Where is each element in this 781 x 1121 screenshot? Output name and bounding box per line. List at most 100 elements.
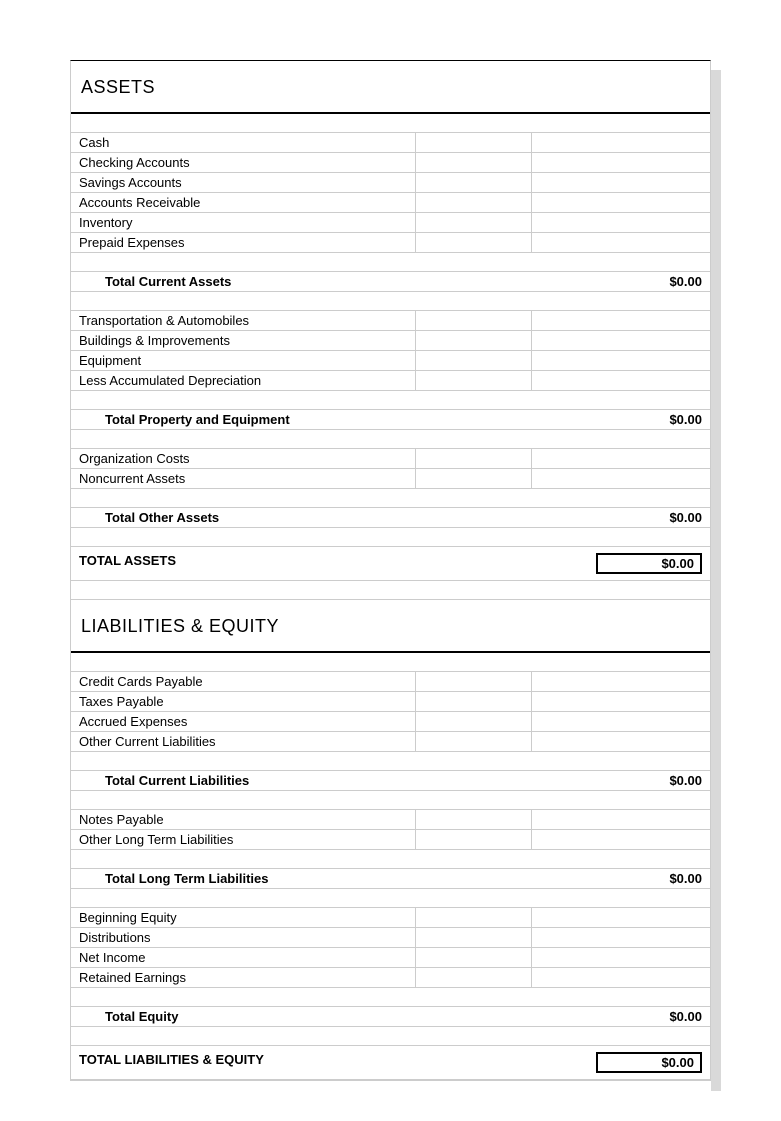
subtotal-row: Total Long Term Liabilities$0.00 bbox=[71, 869, 710, 889]
item-label: Checking Accounts bbox=[71, 153, 416, 172]
item-value-col1 bbox=[416, 153, 532, 172]
subtotal-row: Total Current Liabilities$0.00 bbox=[71, 771, 710, 791]
item-value-col2 bbox=[532, 449, 710, 468]
spacer bbox=[71, 850, 710, 869]
subtotal-row: Total Equity$0.00 bbox=[71, 1007, 710, 1027]
item-label: Beginning Equity bbox=[71, 908, 416, 927]
item-label: Noncurrent Assets bbox=[71, 469, 416, 488]
total-liabilities-row: TOTAL LIABILITIES & EQUITY $0.00 bbox=[71, 1046, 710, 1080]
spacer bbox=[71, 889, 710, 908]
line-item: Distributions bbox=[71, 928, 710, 948]
item-value-col1 bbox=[416, 193, 532, 212]
total-assets-value: $0.00 bbox=[596, 553, 702, 574]
subtotal-row: Total Other Assets$0.00 bbox=[71, 508, 710, 528]
item-label: Accrued Expenses bbox=[71, 712, 416, 731]
item-value-col1 bbox=[416, 371, 532, 390]
item-label: Net Income bbox=[71, 948, 416, 967]
subtotal-value: $0.00 bbox=[556, 272, 710, 291]
spacer bbox=[71, 391, 710, 410]
item-value-col1 bbox=[416, 948, 532, 967]
line-item: Noncurrent Assets bbox=[71, 469, 710, 489]
item-value-col2 bbox=[532, 193, 710, 212]
subtotal-label: Total Current Liabilities bbox=[71, 771, 556, 790]
item-label: Inventory bbox=[71, 213, 416, 232]
item-value-col2 bbox=[532, 173, 710, 192]
item-value-col2 bbox=[532, 712, 710, 731]
total-assets-mid bbox=[415, 551, 530, 576]
item-label: Retained Earnings bbox=[71, 968, 416, 987]
subtotal-value: $0.00 bbox=[556, 771, 710, 790]
line-item: Retained Earnings bbox=[71, 968, 710, 988]
spacer bbox=[71, 752, 710, 771]
spacer bbox=[71, 528, 710, 547]
sheet: ASSETS Cash Checking Accounts Savings Ac… bbox=[70, 60, 711, 1081]
item-value-col1 bbox=[416, 672, 532, 691]
item-value-col2 bbox=[532, 672, 710, 691]
item-label: Prepaid Expenses bbox=[71, 233, 416, 252]
subtotal-value: $0.00 bbox=[556, 869, 710, 888]
item-label: Other Current Liabilities bbox=[71, 732, 416, 751]
spacer bbox=[71, 1027, 710, 1046]
item-value-col1 bbox=[416, 928, 532, 947]
item-value-col1 bbox=[416, 469, 532, 488]
item-value-col1 bbox=[416, 732, 532, 751]
line-item: Organization Costs bbox=[71, 449, 710, 469]
line-item: Cash bbox=[71, 133, 710, 153]
item-value-col2 bbox=[532, 948, 710, 967]
subtotal-value: $0.00 bbox=[556, 1007, 710, 1026]
line-item: Other Current Liabilities bbox=[71, 732, 710, 752]
balance-sheet-page: ASSETS Cash Checking Accounts Savings Ac… bbox=[70, 60, 711, 1081]
line-item: Taxes Payable bbox=[71, 692, 710, 712]
item-value-col2 bbox=[532, 692, 710, 711]
item-value-col1 bbox=[416, 311, 532, 330]
subtotal-row: Total Current Assets$0.00 bbox=[71, 272, 710, 292]
line-item: Net Income bbox=[71, 948, 710, 968]
line-item: Less Accumulated Depreciation bbox=[71, 371, 710, 391]
item-value-col1 bbox=[416, 133, 532, 152]
liabilities-title: LIABILITIES & EQUITY bbox=[71, 600, 710, 653]
item-value-col2 bbox=[532, 371, 710, 390]
item-value-col1 bbox=[416, 331, 532, 350]
line-item: Accounts Receivable bbox=[71, 193, 710, 213]
spacer bbox=[71, 791, 710, 810]
item-label: Other Long Term Liabilities bbox=[71, 830, 416, 849]
spacer bbox=[71, 114, 710, 133]
subtotal-label: Total Equity bbox=[71, 1007, 556, 1026]
line-item: Credit Cards Payable bbox=[71, 672, 710, 692]
item-value-col1 bbox=[416, 351, 532, 370]
total-liabilities-label: TOTAL LIABILITIES & EQUITY bbox=[71, 1050, 415, 1075]
subtotal-value: $0.00 bbox=[556, 508, 710, 527]
item-value-col2 bbox=[532, 331, 710, 350]
spacer bbox=[71, 292, 710, 311]
line-item: Other Long Term Liabilities bbox=[71, 830, 710, 850]
item-label: Credit Cards Payable bbox=[71, 672, 416, 691]
item-value-col2 bbox=[532, 732, 710, 751]
line-item: Inventory bbox=[71, 213, 710, 233]
subtotal-label: Total Long Term Liabilities bbox=[71, 869, 556, 888]
item-value-col2 bbox=[532, 233, 710, 252]
item-label: Equipment bbox=[71, 351, 416, 370]
item-label: Accounts Receivable bbox=[71, 193, 416, 212]
item-value-col1 bbox=[416, 830, 532, 849]
item-value-col1 bbox=[416, 692, 532, 711]
line-item: Buildings & Improvements bbox=[71, 331, 710, 351]
item-value-col2 bbox=[532, 968, 710, 987]
spacer bbox=[71, 489, 710, 508]
line-item: Checking Accounts bbox=[71, 153, 710, 173]
item-label: Cash bbox=[71, 133, 416, 152]
item-value-col2 bbox=[532, 469, 710, 488]
total-liabilities-right: $0.00 bbox=[530, 1050, 710, 1075]
item-label: Less Accumulated Depreciation bbox=[71, 371, 416, 390]
subtotal-label: Total Other Assets bbox=[71, 508, 556, 527]
subtotal-row: Total Property and Equipment$0.00 bbox=[71, 410, 710, 430]
spacer bbox=[71, 430, 710, 449]
total-assets-row: TOTAL ASSETS $0.00 bbox=[71, 547, 710, 581]
item-value-col2 bbox=[532, 153, 710, 172]
total-liabilities-value: $0.00 bbox=[596, 1052, 702, 1073]
item-label: Buildings & Improvements bbox=[71, 331, 416, 350]
subtotal-label: Total Current Assets bbox=[71, 272, 556, 291]
item-value-col2 bbox=[532, 311, 710, 330]
item-value-col1 bbox=[416, 712, 532, 731]
line-item: Equipment bbox=[71, 351, 710, 371]
page-shadow bbox=[711, 70, 721, 1091]
